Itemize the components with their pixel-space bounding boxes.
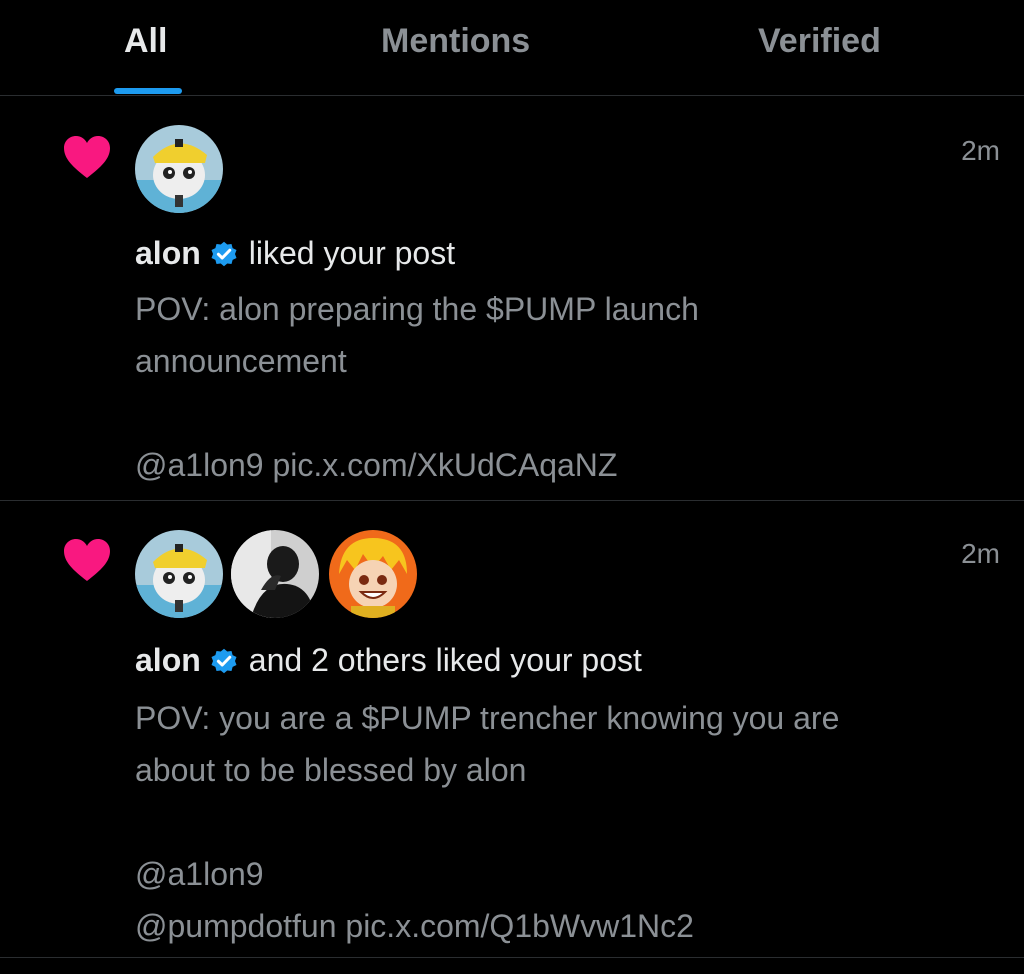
tab-mentions[interactable]: Mentions — [381, 22, 530, 61]
verified-badge-icon — [211, 241, 237, 266]
post-line — [135, 796, 995, 848]
post-line: POV: alon preparing the $PUMP launch — [135, 291, 699, 327]
action-text: and 2 others liked your post — [248, 642, 642, 678]
notifications-page: All Mentions Verified 2m alon liked your… — [0, 0, 1024, 974]
heart-icon — [64, 539, 110, 581]
post-line: @a1lon9 — [135, 856, 264, 892]
notification-item[interactable]: 2m alon liked your post POV: alon prepar… — [0, 97, 1024, 501]
post-line: announcement — [135, 343, 347, 379]
post-line: about to be blessed by alon — [135, 752, 527, 788]
tab-verified[interactable]: Verified — [758, 22, 881, 61]
avatar[interactable] — [133, 528, 225, 620]
tab-all[interactable]: All — [124, 22, 167, 61]
actor-name[interactable]: alon — [135, 235, 201, 272]
active-tab-indicator — [114, 88, 182, 94]
timestamp: 2m — [961, 538, 1000, 569]
avatar[interactable] — [327, 528, 419, 620]
post-preview[interactable]: POV: you are a $PUMP trencher knowing yo… — [135, 692, 995, 952]
post-line: POV: you are a $PUMP trencher knowing yo… — [135, 700, 840, 736]
heart-icon — [64, 136, 110, 178]
post-line: @a1lon9 pic.x.com/XkUdCAqaNZ — [135, 447, 618, 483]
verified-badge-icon — [211, 648, 237, 673]
actor-name[interactable]: alon — [135, 642, 201, 679]
post-preview[interactable]: POV: alon preparing the $PUMP launch ann… — [135, 283, 995, 491]
notification-item[interactable]: 2m alon and 2 others liked your post POV… — [0, 502, 1024, 958]
avatar[interactable] — [133, 123, 225, 215]
avatar[interactable] — [229, 528, 321, 620]
action-text: liked your post — [248, 235, 456, 271]
post-line — [135, 387, 995, 439]
post-line: @pumpdotfun pic.x.com/Q1bWvw1Nc2 — [135, 908, 694, 944]
notification-headline: alon and 2 others liked your post — [135, 642, 642, 679]
timestamp: 2m — [961, 135, 1000, 166]
notification-tabs: All Mentions Verified — [0, 0, 1024, 96]
notification-headline: alon liked your post — [135, 235, 455, 272]
